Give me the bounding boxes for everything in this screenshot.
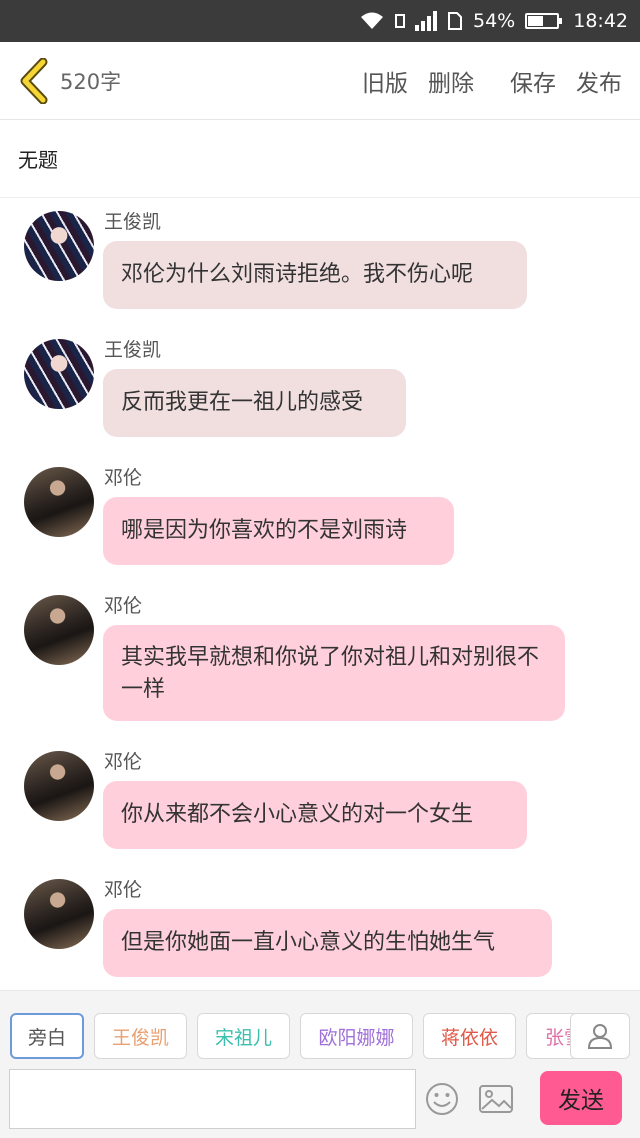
- status-bar: 54% 18:42: [0, 0, 640, 42]
- avatar-deng-lun: [24, 595, 94, 665]
- sim-card-icon: [447, 11, 463, 31]
- sender-name: 邓伦: [104, 595, 143, 617]
- avatar-wang-junkai: [24, 211, 94, 281]
- editor-toolbar: 520字 旧版 删除 保存 发布: [0, 42, 640, 120]
- role-song-zuer[interactable]: 宋祖儿: [197, 1013, 290, 1059]
- avatar-deng-lun: [24, 467, 94, 537]
- avatar-deng-lun: [24, 879, 94, 949]
- image-icon: [479, 1085, 513, 1113]
- battery-percent: 54%: [473, 10, 516, 32]
- publish-button[interactable]: 发布: [576, 64, 622, 98]
- role-selector: 旁白 王俊凯 宋祖儿 欧阳娜娜 蒋依依 张雪: [10, 1013, 596, 1061]
- message-bubble: 邓伦为什么刘雨诗拒绝。我不伤心呢: [103, 241, 527, 309]
- user-icon: [587, 1024, 613, 1049]
- old-version-button[interactable]: 旧版: [362, 64, 408, 98]
- image-button[interactable]: [476, 1079, 516, 1119]
- avatar-deng-lun: [24, 751, 94, 821]
- send-button[interactable]: 发送: [540, 1071, 622, 1125]
- sender-name: 邓伦: [104, 751, 143, 773]
- emoji-button[interactable]: [422, 1079, 462, 1119]
- role-jiang-yiyi[interactable]: 蒋依依: [423, 1013, 516, 1059]
- message-input[interactable]: [9, 1069, 416, 1129]
- sim-icon: [395, 14, 405, 28]
- message-bubble: 反而我更在一祖儿的感受: [103, 369, 406, 437]
- avatar-wang-junkai: [24, 339, 94, 409]
- sender-name: 邓伦: [104, 467, 143, 489]
- add-role-button[interactable]: [570, 1013, 630, 1059]
- message-bubble: 哪是因为你喜欢的不是刘雨诗: [103, 497, 454, 565]
- signal-icon: [415, 11, 437, 31]
- role-ouyang-nana[interactable]: 欧阳娜娜: [300, 1013, 413, 1059]
- back-button[interactable]: [10, 42, 58, 120]
- smiley-icon: [426, 1083, 458, 1115]
- battery-level: [528, 16, 544, 26]
- role-wang-junkai[interactable]: 王俊凯: [94, 1013, 187, 1059]
- sender-name: 王俊凯: [104, 211, 162, 233]
- chevron-left-icon: [20, 57, 48, 104]
- battery-icon: [525, 13, 563, 29]
- sender-name: 邓伦: [104, 879, 143, 901]
- delete-button[interactable]: 删除: [428, 64, 474, 98]
- message-bubble: 你从来都不会小心意义的对一个女生: [103, 781, 527, 849]
- composer-bar: 旁白 王俊凯 宋祖儿 欧阳娜娜 蒋依依 张雪 发送: [0, 990, 640, 1138]
- clock: 18:42: [573, 10, 628, 32]
- sender-name: 王俊凯: [104, 339, 162, 361]
- story-title[interactable]: 无题: [0, 120, 640, 198]
- word-count: 520字: [60, 69, 122, 94]
- wifi-icon: [359, 11, 385, 31]
- save-button[interactable]: 保存: [510, 64, 556, 98]
- role-narrator[interactable]: 旁白: [10, 1013, 84, 1059]
- message-bubble: 其实我早就想和你说了你对祖儿和对别很不一样: [103, 625, 565, 721]
- message-bubble: 但是你她面一直小心意义的生怕她生气: [103, 909, 552, 977]
